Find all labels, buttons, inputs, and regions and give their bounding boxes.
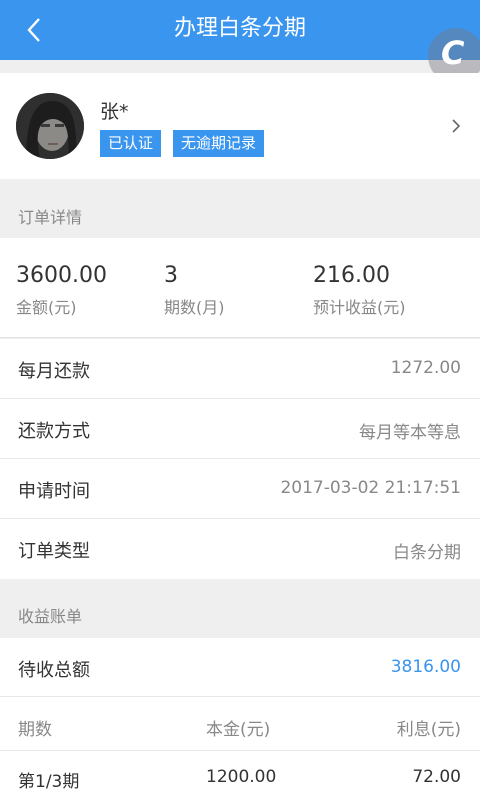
detail-value: 每月等本等息 (359, 423, 461, 443)
table-cell-principal: 1200.00 (206, 767, 277, 787)
avatar-image (16, 93, 84, 159)
divider (0, 750, 480, 751)
expected-income-value: 216.00 (313, 263, 390, 288)
detail-row-apply-time: 申请时间 2017-03-02 21:17:51 (0, 459, 480, 519)
detail-row-monthly-payment: 每月还款 1272.00 (0, 339, 480, 399)
column-header-principal: 本金(元) (206, 720, 271, 740)
user-name: 张* (100, 101, 129, 123)
order-detail-list: 每月还款 1272.00 还款方式 每月等本等息 申请时间 2017-03-02… (0, 339, 480, 579)
detail-row-order-type: 订单类型 白条分期 (0, 519, 480, 579)
verified-badge: 已认证 (100, 130, 162, 157)
amount-value: 3600.00 (16, 263, 107, 288)
amount-label: 金额(元) (16, 298, 77, 317)
income-bill: 待收总额 3816.00 期数 本金(元) 利息(元) 第1/3期 1200.0… (0, 638, 480, 800)
detail-key: 还款方式 (18, 421, 90, 442)
page-title: 办理白条分期 (173, 16, 306, 41)
no-overdue-badge: 无逾期记录 (173, 130, 265, 157)
c-logo-icon: C (441, 34, 465, 72)
detail-value: 2017-03-02 21:17:51 (280, 478, 461, 498)
total-label: 待收总额 (18, 660, 90, 681)
total-value: 3816.00 (390, 657, 461, 677)
top-bar: 办理白条分期 (0, 0, 480, 60)
detail-value: 1272.00 (390, 358, 461, 378)
periods-label: 期数(月) (164, 298, 225, 317)
detail-row-repayment-method: 还款方式 每月等本等息 (0, 399, 480, 459)
periods-value: 3 (164, 263, 178, 288)
column-header-period: 期数 (18, 720, 52, 740)
detail-key: 每月还款 (18, 361, 90, 382)
avatar (16, 93, 84, 159)
order-summary: 3600.00 金额(元) 3 期数(月) 216.00 预计收益(元) (0, 238, 480, 338)
detail-value: 白条分期 (393, 543, 461, 563)
user-profile-card[interactable]: 张* 已认证 无逾期记录 (0, 73, 480, 179)
income-total-row: 待收总额 3816.00 (0, 638, 480, 697)
column-header-interest: 利息(元) (396, 720, 461, 740)
table-cell-interest: 72.00 (412, 767, 461, 787)
expected-income-label: 预计收益(元) (313, 298, 406, 317)
detail-key: 订单类型 (18, 541, 90, 562)
detail-key: 申请时间 (18, 481, 90, 502)
chevron-right-icon (452, 119, 461, 133)
section-order-detail: 订单详情 (18, 208, 83, 227)
section-income-bill: 收益账单 (18, 607, 83, 626)
table-cell-period: 第1/3期 (18, 772, 80, 792)
